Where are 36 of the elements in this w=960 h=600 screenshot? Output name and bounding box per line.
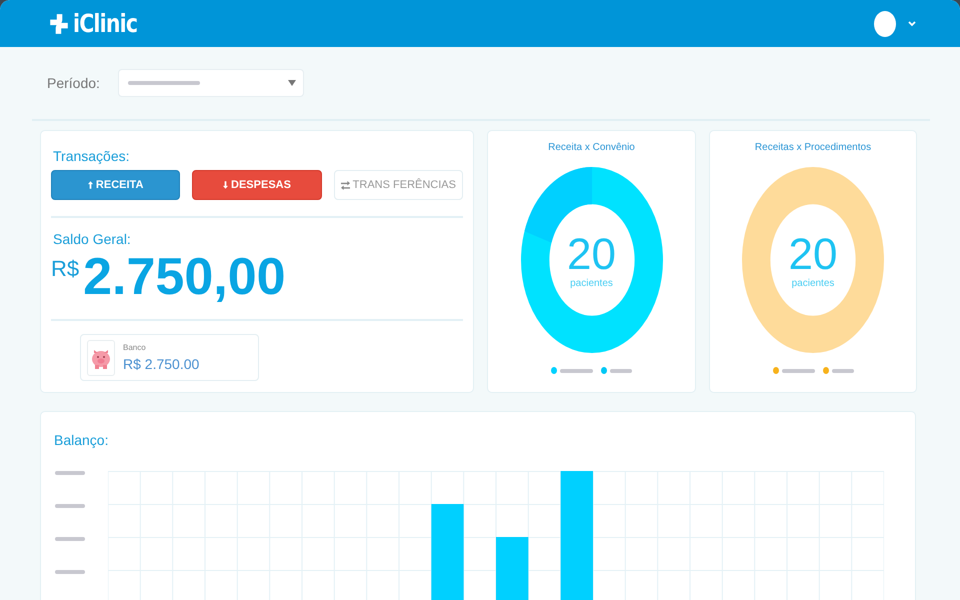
placeholder-line [55,504,85,508]
placeholder-line [55,570,85,574]
income-button[interactable]: RECEITA [51,170,180,200]
logo-text: iClinic [73,9,138,38]
account-name: Banco [123,343,147,352]
count-caption: pacientes [570,278,613,288]
account-card[interactable]: Banco R$ 2.750.00 [80,334,259,381]
section-title: Balanço: [53,432,110,448]
caret-icon [288,80,296,86]
avatar[interactable] [874,10,896,36]
placeholder-line [55,537,85,541]
arrow-up-icon [88,181,93,189]
chart-title: Receitas x Procedimentos [754,142,872,153]
section-title: Saldo Geral: [52,231,132,247]
placeholder-line [782,368,814,372]
placeholder-line [55,471,85,475]
placeholder-line [560,368,593,372]
patient-count: 20 [567,232,616,278]
chart-title: Receita x Convênio [548,142,635,153]
balance-amount: 2.750,00 [83,251,286,303]
arrow-down-icon [223,181,228,189]
placeholder-line [610,368,632,372]
chevron-down-icon[interactable] [908,20,916,27]
logo-icon [48,12,70,34]
swap-arrows-icon [340,180,350,190]
piggy-bank-icon [87,340,115,376]
patient-count: 20 [788,232,838,278]
currency-symbol: R$ [51,256,80,282]
chart-bar [496,537,528,600]
section-title: Transações: [52,148,131,164]
placeholder-line [832,368,854,372]
period-label: Período: [47,75,100,91]
account-balance: R$ 2.750.00 [123,356,200,372]
transfer-button[interactable]: TRANS FERÊNCIAS [334,170,463,200]
expense-button[interactable]: DESPESAS [192,170,322,200]
count-caption: pacientes [792,278,834,288]
